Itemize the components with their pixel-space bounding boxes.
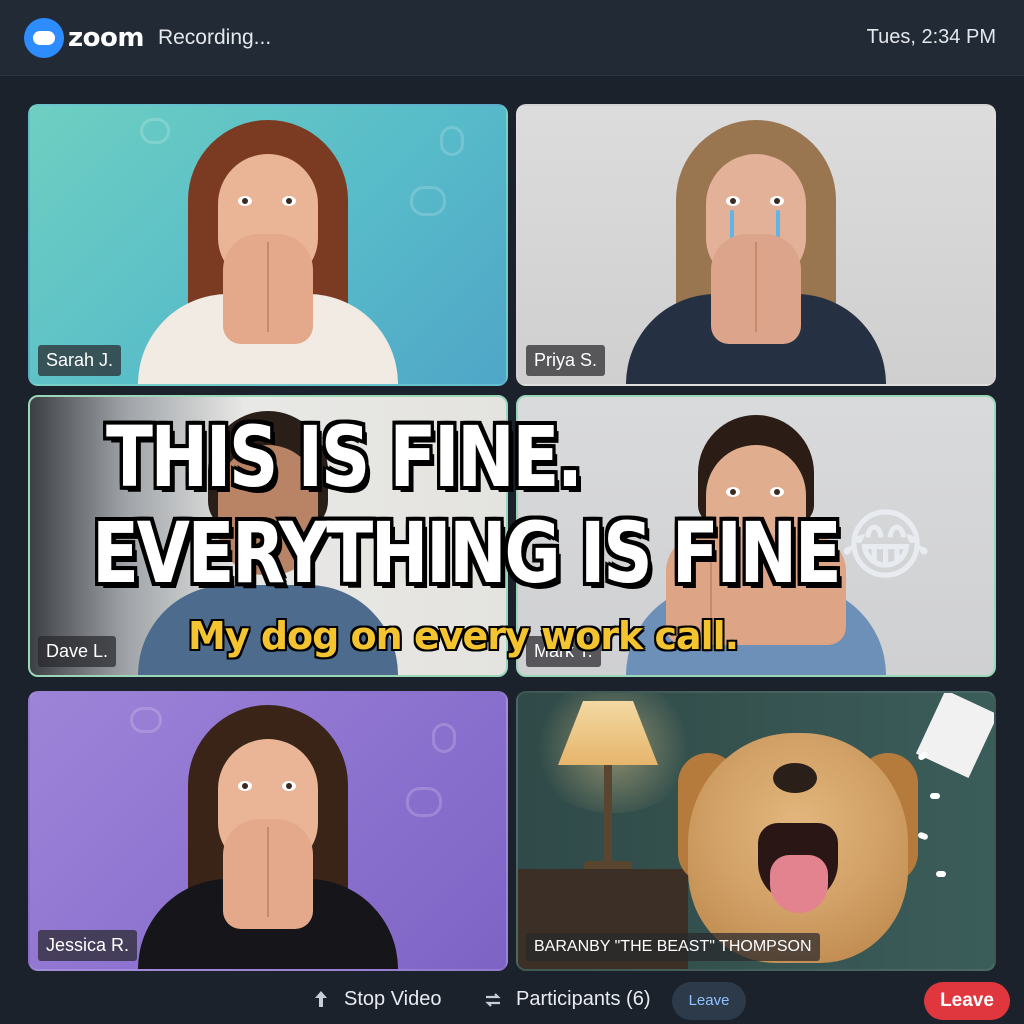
lock-icon: [440, 126, 464, 156]
name-tag: Priya S.: [526, 345, 606, 376]
meme-line-2: EVERYTHING IS FINE: [92, 504, 842, 602]
video-tile-jessica[interactable]: Jessica R.: [28, 691, 508, 971]
video-tile-dog[interactable]: BARANBY "THE BEAST" THOMPSON: [516, 691, 996, 971]
meme-line-1: THIS IS FINE.: [106, 408, 583, 506]
video-tile-sarah[interactable]: Sarah J.: [28, 104, 508, 386]
lock-icon: [432, 723, 456, 753]
recording-status: Recording...: [157, 26, 272, 49]
name-tag: BARANBY "THE BEAST" THOMPSON: [526, 933, 820, 961]
zoom-logo: zoom Recording...: [24, 18, 271, 58]
participant-video-sarah: [118, 114, 418, 384]
name-tag: Sarah J.: [38, 345, 122, 376]
meme-caption: My dog on every work call.: [188, 614, 739, 658]
laughing-emoji-icon: 😂: [840, 501, 932, 589]
leave-secondary-button[interactable]: Leave: [672, 982, 746, 1020]
upload-arrow-icon: [310, 989, 332, 1011]
zoom-logo-text: zoom: [68, 23, 144, 53]
refresh-arrows-icon: [482, 989, 504, 1011]
participant-video-priya: [606, 114, 906, 384]
top-bar: zoom Recording... Tues, 2:34 PM: [0, 0, 1024, 76]
name-tag: Jessica R.: [38, 930, 138, 961]
stop-video-label: Stop Video: [344, 988, 442, 1010]
clock: Tues, 2:34 PM: [866, 26, 996, 48]
participants-label: Participants (6): [516, 988, 651, 1010]
video-tile-priya[interactable]: Priya S.: [516, 104, 996, 386]
meeting-toolbar: Stop Video Participants (6) Leave Leave: [0, 976, 1024, 1024]
stop-video-button[interactable]: Stop Video: [310, 988, 442, 1011]
name-tag: Dave L.: [38, 636, 117, 667]
participant-video-jessica: [118, 699, 418, 969]
leave-button[interactable]: Leave: [924, 982, 1010, 1020]
zoom-logo-icon: [24, 18, 64, 58]
participants-button[interactable]: Participants (6): [482, 988, 651, 1011]
flying-paper: [915, 693, 994, 778]
